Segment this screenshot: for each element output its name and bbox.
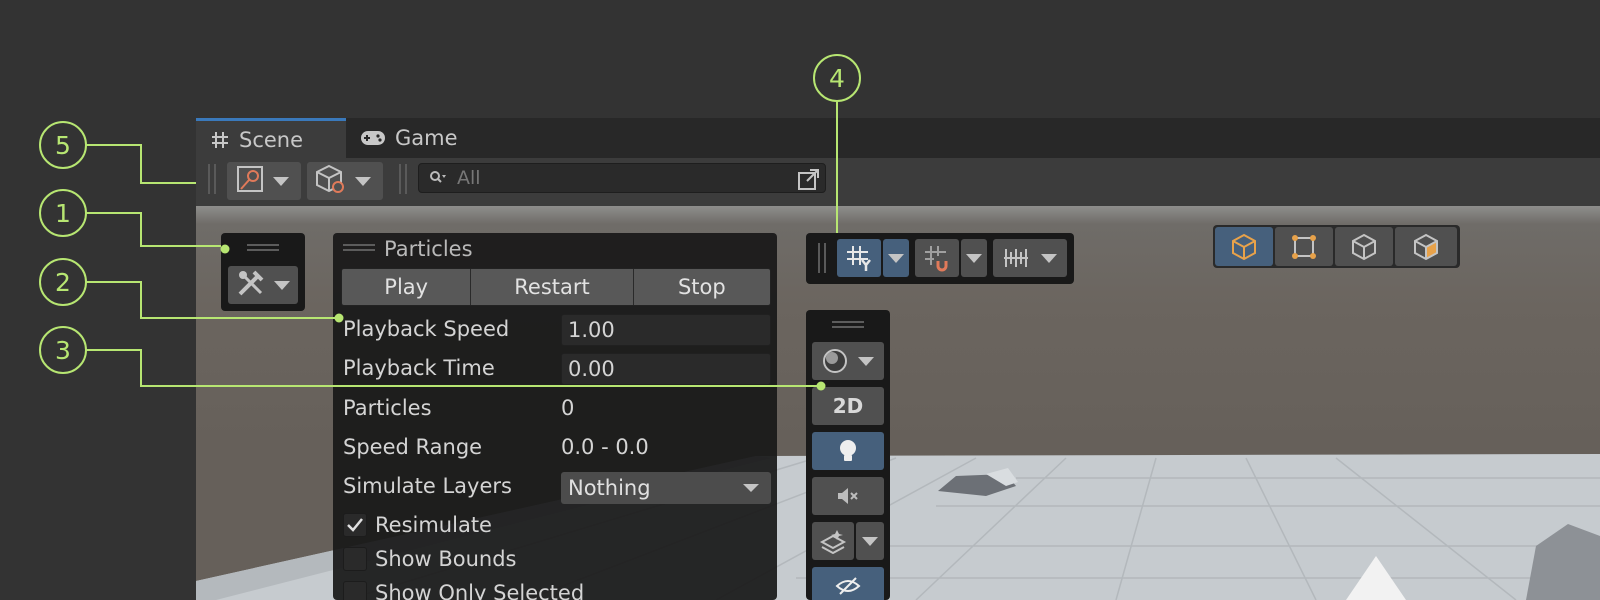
lightbulb-icon xyxy=(840,440,856,461)
toolbar-grip[interactable] xyxy=(208,164,216,194)
chevron-down-icon xyxy=(862,536,878,546)
rect-select-icon xyxy=(1292,234,1316,259)
particles-overlay: Particles Play Restart Stop Playback Spe… xyxy=(333,233,777,600)
chevron-down-icon xyxy=(743,484,759,492)
play-button[interactable]: Play xyxy=(342,269,472,305)
callout-5: 5 xyxy=(39,121,87,169)
grid-visibility-button[interactable] xyxy=(837,239,881,277)
simulate-layers-label: Simulate Layers xyxy=(343,474,512,498)
shading-mode-dropdown[interactable] xyxy=(812,342,884,380)
gamepad-icon xyxy=(360,129,386,147)
simulate-layers-value: Nothing xyxy=(568,476,651,500)
overlay-drag-handle[interactable] xyxy=(343,244,375,251)
speed-range-value: 0.0 - 0.0 xyxy=(561,435,649,459)
open-external-icon[interactable] xyxy=(797,167,821,195)
effects-toggle-button[interactable] xyxy=(812,522,854,560)
restart-button[interactable]: Restart xyxy=(471,269,634,305)
chevron-down-icon xyxy=(274,280,290,290)
grid-y-icon xyxy=(847,246,871,271)
editor-tab-bar: Scene Game xyxy=(196,118,1600,158)
cube-outline-icon xyxy=(1352,233,1376,260)
stop-button[interactable]: Stop xyxy=(633,269,770,305)
cube-orange-outline-icon xyxy=(1232,233,1256,260)
audio-toggle-button[interactable] xyxy=(812,477,884,515)
tools-overlay xyxy=(221,233,305,311)
grid-options-dropdown[interactable] xyxy=(883,239,909,277)
callout-1: 1 xyxy=(39,189,87,237)
callout-2: 2 xyxy=(39,258,87,306)
snap-magnet-icon xyxy=(925,246,948,272)
tab-game-label: Game xyxy=(395,126,458,150)
callout-4: 4 xyxy=(813,54,861,102)
wrench-screwdriver-icon xyxy=(236,268,266,302)
shaded-cube-button[interactable] xyxy=(1395,227,1457,266)
resimulate-label: Resimulate xyxy=(375,513,492,537)
show-only-selected-label: Show Only Selected xyxy=(375,581,585,600)
hidden-eye-icon xyxy=(835,577,861,595)
effects-options-dropdown[interactable] xyxy=(856,522,884,560)
search-icon xyxy=(429,169,447,188)
playback-button-group: Play Restart Stop xyxy=(341,268,771,306)
lighting-toggle-button[interactable] xyxy=(812,432,884,470)
view-options-overlay: 2D xyxy=(806,310,890,600)
wireframe-cube-button[interactable] xyxy=(1335,227,1393,266)
checkmark-icon xyxy=(347,518,363,532)
tab-scene[interactable]: Scene xyxy=(196,118,346,158)
particles-title: Particles xyxy=(384,237,473,261)
toggle-2d-button[interactable]: 2D xyxy=(812,387,884,425)
playback-speed-label: Playback Speed xyxy=(343,317,510,341)
grid-snapping-overlay xyxy=(806,233,1074,284)
search-placeholder: All xyxy=(457,167,481,189)
tab-game[interactable]: Game xyxy=(360,118,458,158)
chevron-down-icon xyxy=(966,253,982,263)
chevron-down-icon xyxy=(858,356,874,366)
search-input[interactable]: All xyxy=(418,163,826,193)
chevron-down-icon xyxy=(1041,253,1057,263)
playback-time-label: Playback Time xyxy=(343,356,495,380)
rect-tool-button[interactable] xyxy=(1275,227,1333,266)
speed-range-label: Speed Range xyxy=(343,435,483,459)
show-only-selected-checkbox[interactable] xyxy=(343,581,367,600)
tab-scene-label: Scene xyxy=(239,127,304,152)
overlay-drag-handle[interactable] xyxy=(247,244,279,251)
gizmo-dropdown[interactable] xyxy=(307,162,383,200)
view-mode-overlay xyxy=(1213,225,1460,268)
layers-effects-icon xyxy=(819,530,847,554)
cube-gizmo-icon xyxy=(315,163,347,199)
toolbar-grip[interactable] xyxy=(399,164,407,194)
chevron-down-icon xyxy=(273,176,289,186)
resimulate-checkbox[interactable] xyxy=(343,513,367,537)
increment-snap-dropdown[interactable] xyxy=(993,239,1067,277)
scene-visibility-toggle-button[interactable] xyxy=(812,567,884,600)
scene-toolbar: All xyxy=(196,158,1600,206)
cube-shaded-icon xyxy=(1414,233,1438,260)
callout-3: 3 xyxy=(39,326,87,374)
grid-snap-button[interactable] xyxy=(915,239,959,277)
overlay-drag-handle[interactable] xyxy=(832,321,864,328)
particles-count-label: Particles xyxy=(343,396,432,420)
playback-time-field[interactable]: 0.00 xyxy=(561,353,771,385)
perspective-cube-button[interactable] xyxy=(1215,227,1273,266)
show-bounds-label: Show Bounds xyxy=(375,547,517,571)
chevron-down-icon xyxy=(355,176,371,186)
overlay-drag-handle[interactable] xyxy=(818,243,826,273)
audio-mute-icon xyxy=(838,488,858,504)
show-bounds-checkbox[interactable] xyxy=(343,547,367,571)
tools-dropdown[interactable] xyxy=(228,266,298,304)
draw-mode-icon xyxy=(235,164,265,198)
ruler-icon xyxy=(1004,249,1028,267)
hash-icon xyxy=(210,130,230,150)
shaded-sphere-icon xyxy=(823,349,847,373)
snap-options-dropdown[interactable] xyxy=(961,239,987,277)
draw-mode-dropdown[interactable] xyxy=(227,162,301,200)
simulate-layers-dropdown[interactable]: Nothing xyxy=(561,472,771,504)
playback-speed-field[interactable]: 1.00 xyxy=(561,314,771,346)
chevron-down-icon xyxy=(888,253,904,263)
particles-count-value: 0 xyxy=(561,396,575,420)
